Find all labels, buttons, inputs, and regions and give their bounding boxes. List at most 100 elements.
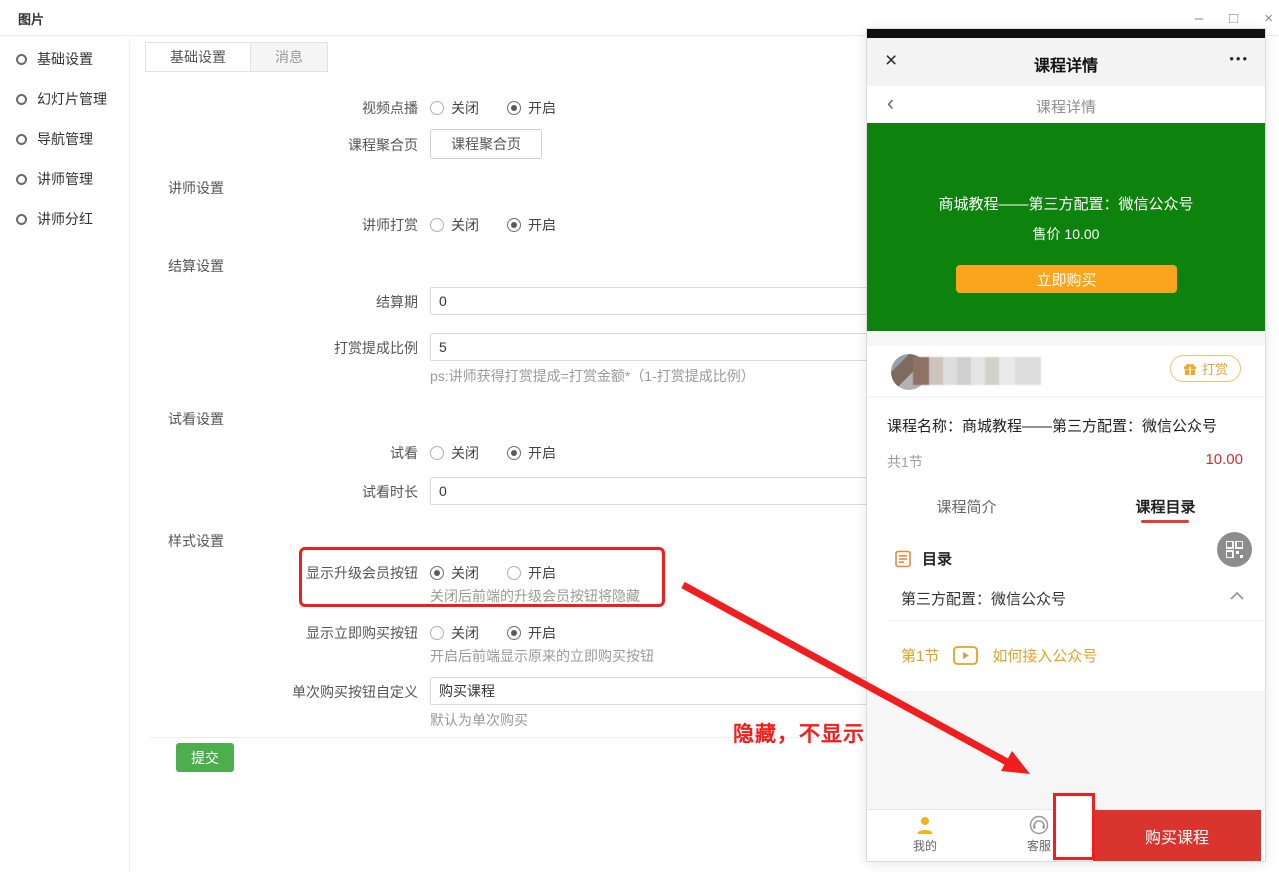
field-label: 结算期 xyxy=(130,287,430,312)
radio-label: 关闭 xyxy=(451,443,479,463)
sidebar-item-label: 导航管理 xyxy=(37,129,93,149)
field-note: 开启后前端显示原来的立即购买按钮 xyxy=(430,647,654,666)
chevron-up-icon[interactable] xyxy=(1229,591,1245,601)
author-card: 打赏 xyxy=(867,346,1265,396)
qr-code-icon xyxy=(1226,541,1243,558)
radio-label: 开启 xyxy=(528,443,556,463)
chapter-row[interactable]: 第三方配置：微信公众号 xyxy=(901,588,1066,609)
page-subtitle: 课程详情 xyxy=(867,96,1265,117)
form-row-reward-ratio: 打赏提成比例 ps:讲师获得打赏提成=打赏金额*（1-打赏提成比例） xyxy=(130,333,948,386)
tab-basic-settings[interactable]: 基础设置 xyxy=(145,42,251,72)
sidebar-item-label: 讲师分红 xyxy=(37,209,93,229)
field-label: 单次购买按钮自定义 xyxy=(130,677,430,702)
reward-button[interactable]: 打赏 xyxy=(1170,355,1241,382)
gift-icon xyxy=(1183,362,1197,376)
form-row-settle-period: 结算期 xyxy=(130,287,948,315)
sidebar: 基础设置 幻灯片管理 导航管理 讲师管理 讲师分红 xyxy=(0,36,130,872)
radio-icon-checked[interactable] xyxy=(430,566,444,580)
field-label: 显示升级会员按钮 xyxy=(130,563,430,583)
course-price: 10.00 xyxy=(1205,451,1243,468)
page-subheader: ‹ 课程详情 xyxy=(867,86,1265,123)
aggregation-page-button[interactable]: 课程聚合页 xyxy=(430,129,542,159)
radio-option-on[interactable]: 开启 xyxy=(507,98,556,118)
radio-label: 开启 xyxy=(528,98,556,118)
catalog-header: 目录 xyxy=(894,548,952,569)
radio-icon-checked[interactable] xyxy=(507,101,521,115)
section-trial-settings: 试看设置 xyxy=(168,409,224,429)
purchase-course-button[interactable]: 购买课程 xyxy=(1093,810,1261,861)
radio-option-off[interactable]: 关闭 xyxy=(430,443,479,463)
radio-option-off[interactable]: 关闭 xyxy=(430,623,479,643)
tab-course-catalog[interactable]: 课程目录 xyxy=(1066,496,1265,517)
tabbar-item-mine[interactable]: 我的 xyxy=(890,815,960,854)
radio-option-on[interactable]: 开启 xyxy=(507,443,556,463)
annotation-text: 隐藏，不显示 xyxy=(733,718,865,748)
section-instructor-settings: 讲师设置 xyxy=(168,178,224,198)
qr-code-button[interactable] xyxy=(1217,532,1252,567)
active-tab-underline xyxy=(1141,520,1189,523)
content-tabs: 基础设置 消息 xyxy=(145,42,328,72)
sidebar-item-instructor-dividend[interactable]: 讲师分红 xyxy=(0,199,129,239)
buy-now-button[interactable]: 立即购买 xyxy=(956,265,1177,293)
maximize-icon[interactable]: □ xyxy=(1229,11,1238,26)
radio-icon[interactable] xyxy=(430,218,444,232)
chapter-divider xyxy=(887,620,1265,621)
tab-messages[interactable]: 消息 xyxy=(251,42,328,72)
radio-circle-icon xyxy=(16,214,27,225)
tabbar-label: 客服 xyxy=(1027,837,1051,854)
person-icon xyxy=(915,815,935,835)
form-row-trial: 试看 关闭 开启 xyxy=(130,443,556,463)
section-settlement-settings: 结算设置 xyxy=(168,256,224,276)
radio-label: 开启 xyxy=(528,623,556,643)
sidebar-item-label: 幻灯片管理 xyxy=(37,89,107,109)
window-title: 图片 xyxy=(18,9,44,28)
app-window: 图片 – □ × 基础设置 幻灯片管理 导航管理 讲师管理 讲师分红 xyxy=(0,0,1279,872)
section-style-settings: 样式设置 xyxy=(168,531,224,551)
radio-option-off[interactable]: 关闭 xyxy=(430,215,479,235)
radio-option-off[interactable]: 关闭 xyxy=(430,98,479,118)
radio-icon[interactable] xyxy=(430,626,444,640)
sidebar-item-instructors[interactable]: 讲师管理 xyxy=(0,159,129,199)
close-icon[interactable]: × xyxy=(1264,11,1273,26)
radio-icon[interactable] xyxy=(430,101,444,115)
field-label: 讲师打赏 xyxy=(130,215,430,235)
radio-label: 关闭 xyxy=(451,623,479,643)
minimize-icon[interactable]: – xyxy=(1195,11,1203,26)
sidebar-item-basic-settings[interactable]: 基础设置 xyxy=(0,39,129,79)
submit-button[interactable]: 提交 xyxy=(176,743,234,772)
form-row-show-buy: 显示立即购买按钮 关闭 开启 开启后前端显示原来的立即购买按钮 xyxy=(130,623,654,666)
radio-option-on[interactable]: 开启 xyxy=(507,563,556,583)
lesson-title: 如何接入公众号 xyxy=(992,645,1097,666)
field-label: 试看 xyxy=(130,443,430,463)
sidebar-item-navigation[interactable]: 导航管理 xyxy=(0,119,129,159)
radio-icon[interactable] xyxy=(507,566,521,580)
form-row-vod: 视频点播 关闭 开启 xyxy=(130,98,556,118)
radio-option-on[interactable]: 开启 xyxy=(507,215,556,235)
tabbar-label: 我的 xyxy=(913,837,937,854)
lesson-number: 第1节 xyxy=(901,645,939,666)
field-label: 试看时长 xyxy=(130,477,430,502)
radio-icon-checked[interactable] xyxy=(507,626,521,640)
tab-course-intro[interactable]: 课程简介 xyxy=(867,496,1066,517)
video-play-icon xyxy=(953,646,978,665)
radio-icon-checked[interactable] xyxy=(507,218,521,232)
radio-option-off[interactable]: 关闭 xyxy=(430,563,479,583)
tabbar-item-service[interactable]: 客服 xyxy=(1004,815,1074,854)
field-label: 打赏提成比例 xyxy=(130,333,430,358)
field-label: 课程聚合页 xyxy=(130,129,430,155)
radio-icon-checked[interactable] xyxy=(507,446,521,460)
more-icon[interactable]: ••• xyxy=(1229,51,1249,66)
radio-circle-icon xyxy=(16,134,27,145)
phone-preview: × 课程详情 ••• ‹ 课程详情 商城教程——第三方配置：微信公众号 售价 1… xyxy=(866,28,1266,862)
radio-circle-icon xyxy=(16,94,27,105)
course-info-block: 课程名称：商城教程——第三方配置：微信公众号 共1节 10.00 课程简介 课程… xyxy=(867,398,1265,691)
radio-option-on[interactable]: 开启 xyxy=(507,623,556,643)
lesson-row[interactable]: 第1节 如何接入公众号 xyxy=(901,645,1097,666)
radio-icon[interactable] xyxy=(430,446,444,460)
sidebar-item-label: 基础设置 xyxy=(37,49,93,69)
bottom-tab-bar: 我的 客服 购买课程 xyxy=(867,809,1265,861)
sidebar-item-label: 讲师管理 xyxy=(37,169,93,189)
banner-course-title: 商城教程——第三方配置：微信公众号 xyxy=(867,193,1265,214)
lesson-count: 共1节 xyxy=(887,452,923,472)
sidebar-item-slides[interactable]: 幻灯片管理 xyxy=(0,79,129,119)
